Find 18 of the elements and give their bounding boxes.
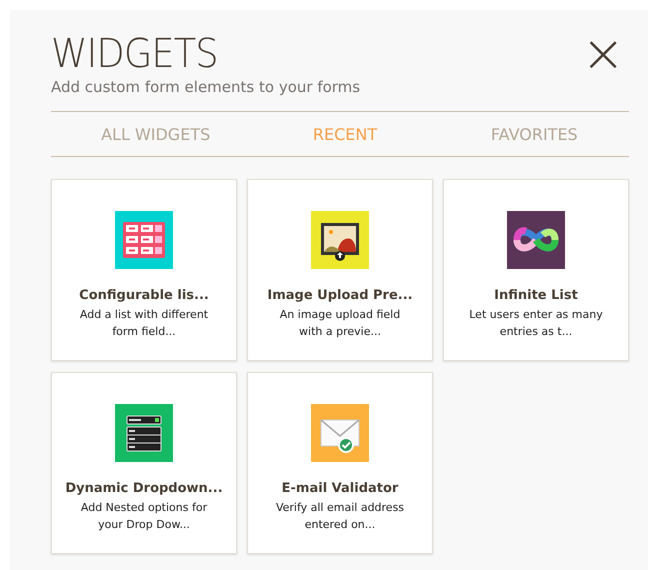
widget-card[interactable]: E-mail Validator Verify all email address entered on... <box>247 372 433 554</box>
widget-title: Dynamic Dropdown... <box>65 481 223 496</box>
close-button[interactable]: × <box>577 34 629 74</box>
widget-card[interactable]: Infinite List Let users enter as many entries as t... <box>443 179 629 361</box>
widget-title: Configurable lis... <box>79 288 209 303</box>
widget-title: Image Upload Pre... <box>267 288 413 303</box>
widget-card[interactable]: Configurable lis... Add a list with different form field... <box>51 179 237 361</box>
widget-card[interactable]: Dynamic Dropdown... Add Nested options for your Drop Dow... <box>51 372 237 554</box>
widget-description: Let users enter as many entries as t... <box>468 307 604 340</box>
widget-description: An image upload field with a previe... <box>278 307 402 340</box>
panel-title: WIDGETS <box>51 32 219 76</box>
widget-description: Add Nested options for your Drop Dow... <box>80 500 208 533</box>
widget-card[interactable]: Image Upload Pre... An image upload field with a previe... <box>247 179 433 361</box>
widget-title: Infinite List <box>494 288 578 303</box>
panel-subtitle: Add custom form elements to your forms <box>51 78 360 96</box>
widget-title: E-mail Validator <box>282 481 398 496</box>
widget-description: Verify all email address entered on... <box>274 500 406 533</box>
widget-description: Add a list with different form field... <box>78 307 210 340</box>
